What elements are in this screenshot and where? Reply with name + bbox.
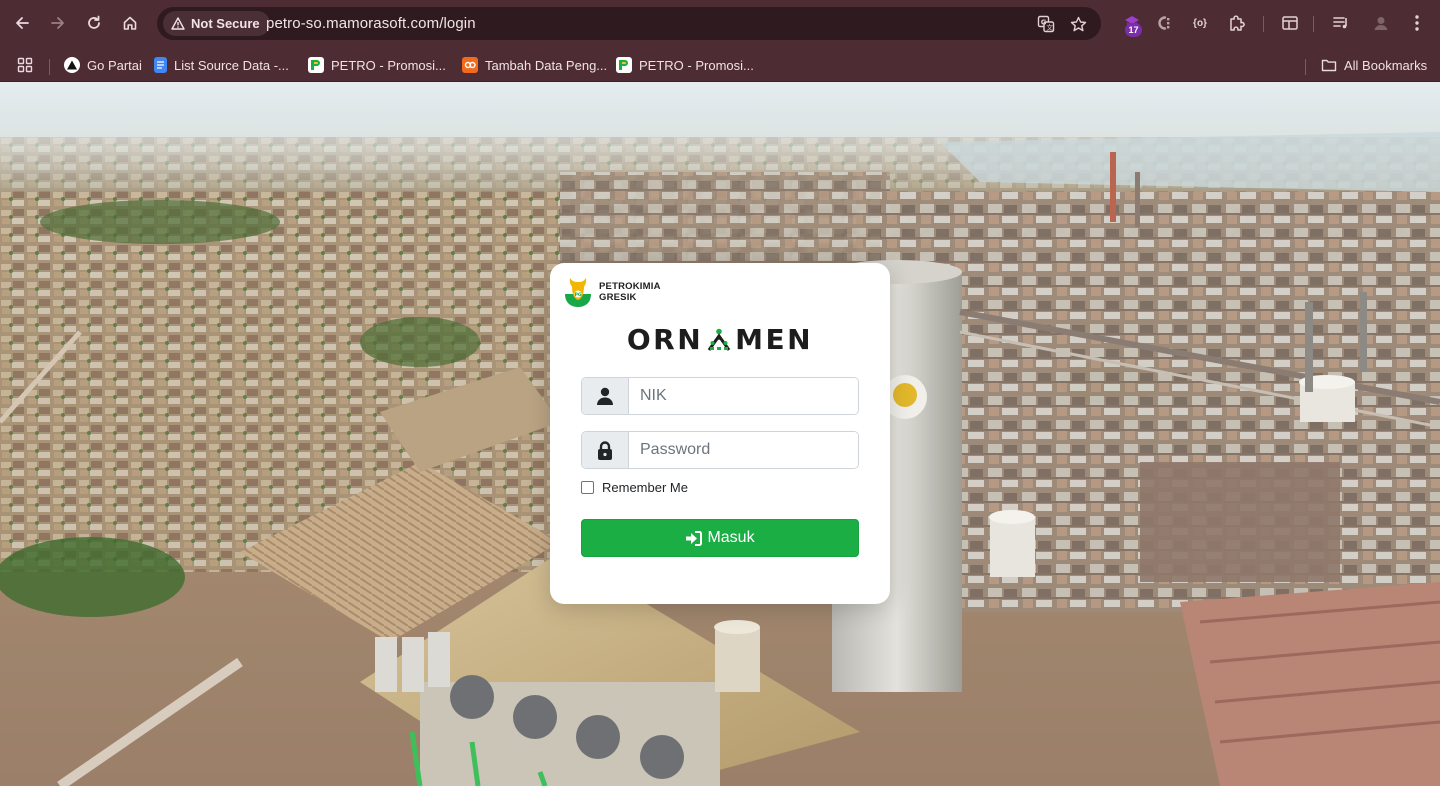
petrokimia-logo: PG PETROKIMIA GRESIK bbox=[561, 270, 661, 310]
ornamen-emblem-icon bbox=[707, 328, 731, 351]
kebab-menu-icon bbox=[1415, 15, 1419, 31]
translate-button[interactable]: G文 bbox=[1035, 13, 1057, 35]
media-queue-icon bbox=[1333, 17, 1347, 29]
menu-button[interactable] bbox=[1405, 11, 1429, 35]
sign-in-icon bbox=[686, 530, 703, 546]
login-card: PG PETROKIMIA GRESIK ORN MEN NIK Remembe… bbox=[550, 263, 890, 604]
extensions-button[interactable] bbox=[1225, 11, 1249, 35]
triangle-logo-icon bbox=[64, 57, 80, 73]
bookmark-go-partai[interactable]: Go Partai bbox=[64, 52, 142, 78]
star-icon bbox=[1070, 16, 1086, 31]
docs-icon bbox=[154, 57, 167, 73]
user-icon bbox=[597, 387, 613, 405]
security-label: Not Secure bbox=[191, 16, 260, 31]
all-bookmarks-button[interactable]: All Bookmarks bbox=[1321, 52, 1427, 78]
security-indicator[interactable]: Not Secure bbox=[163, 11, 270, 36]
brand-line-2: GRESIK bbox=[599, 292, 637, 303]
login-button-label: Masuk bbox=[707, 529, 755, 546]
bookmark-star-button[interactable] bbox=[1067, 13, 1089, 35]
ext-badge-count: 17 bbox=[1125, 23, 1142, 37]
svg-text:PG: PG bbox=[575, 292, 582, 298]
brand-line-1: PETROKIMIA bbox=[599, 281, 661, 292]
password-input[interactable] bbox=[629, 432, 858, 468]
nik-addon bbox=[582, 378, 629, 414]
petro-favicon-icon bbox=[616, 57, 632, 73]
toolbar-divider bbox=[1263, 16, 1264, 32]
folder-icon bbox=[1321, 59, 1337, 72]
profile-button[interactable] bbox=[1369, 11, 1393, 35]
translate-icon: G文 bbox=[1037, 15, 1055, 33]
bookmark-petro-promosi-1[interactable]: PETRO - Promosi... bbox=[308, 52, 446, 78]
remember-me-checkbox[interactable] bbox=[581, 481, 594, 494]
ext-c-button[interactable] bbox=[1152, 11, 1176, 35]
bookmarks-bar: Go Partai List Source Data -... PETRO - … bbox=[0, 47, 1440, 82]
remember-me-label: Remember Me bbox=[602, 480, 688, 495]
app-title-right: MEN bbox=[735, 323, 814, 356]
bookmark-label: List Source Data -... bbox=[174, 57, 289, 73]
reload-icon bbox=[88, 15, 100, 29]
petrokimia-bull-logo-icon: PG bbox=[565, 278, 591, 307]
apps-grid-icon bbox=[17, 57, 33, 73]
bookmarks-divider bbox=[49, 59, 50, 75]
home-icon bbox=[123, 16, 137, 30]
svg-text:文: 文 bbox=[1046, 23, 1053, 32]
login-page: PG PETROKIMIA GRESIK ORN MEN NIK Remembe… bbox=[0, 82, 1440, 786]
ext-brackets-button[interactable]: {o} bbox=[1188, 11, 1212, 35]
home-button[interactable] bbox=[116, 9, 144, 37]
bookmarks-divider bbox=[1305, 59, 1306, 75]
app-title-left: ORN bbox=[626, 323, 704, 356]
nik-input-group bbox=[581, 377, 859, 415]
password-addon bbox=[582, 432, 629, 468]
petro-favicon-icon bbox=[308, 57, 324, 73]
nik-input[interactable] bbox=[629, 378, 858, 414]
browser-toolbar: Not Secure petro-so.mamorasoft.com/login… bbox=[0, 0, 1440, 47]
media-controls-button[interactable] bbox=[1329, 11, 1353, 35]
extensions-puzzle-icon bbox=[1230, 15, 1245, 31]
arrow-right-icon bbox=[51, 17, 64, 29]
bookmark-tambah-data[interactable]: Tambah Data Peng... bbox=[462, 52, 607, 78]
apps-button[interactable] bbox=[17, 52, 33, 78]
url-text[interactable]: petro-so.mamorasoft.com/login bbox=[266, 15, 476, 32]
address-bar[interactable]: Not Secure petro-so.mamorasoft.com/login… bbox=[157, 7, 1101, 40]
arrow-left-icon bbox=[16, 17, 29, 29]
remember-me[interactable]: Remember Me bbox=[581, 480, 688, 495]
forward-button[interactable] bbox=[44, 9, 72, 37]
bookmark-label: PETRO - Promosi... bbox=[639, 57, 754, 73]
back-button[interactable] bbox=[8, 9, 36, 37]
side-panel-button[interactable] bbox=[1278, 11, 1302, 35]
bookmark-petro-promosi-2[interactable]: PETRO - Promosi... bbox=[616, 52, 754, 78]
side-panel-icon bbox=[1282, 16, 1298, 30]
app-title: ORN MEN bbox=[550, 323, 890, 356]
warning-triangle-icon bbox=[171, 17, 185, 30]
bookmark-label: Go Partai bbox=[87, 57, 142, 73]
orange-logo-icon bbox=[462, 57, 478, 73]
ext-brackets-icon: {o} bbox=[1193, 17, 1207, 29]
bookmark-label: Tambah Data Peng... bbox=[485, 57, 608, 73]
reload-button[interactable] bbox=[80, 9, 108, 37]
login-button[interactable]: Masuk bbox=[581, 519, 859, 557]
bookmark-list-source-data[interactable]: List Source Data -... bbox=[154, 52, 289, 78]
profile-avatar-icon bbox=[1374, 17, 1388, 30]
bookmark-label: PETRO - Promosi... bbox=[331, 57, 446, 73]
password-input-group bbox=[581, 431, 859, 469]
toolbar-divider bbox=[1313, 16, 1314, 32]
ext-c-icon bbox=[1158, 16, 1170, 30]
lock-icon bbox=[598, 440, 612, 460]
all-bookmarks-label: All Bookmarks bbox=[1344, 57, 1428, 73]
